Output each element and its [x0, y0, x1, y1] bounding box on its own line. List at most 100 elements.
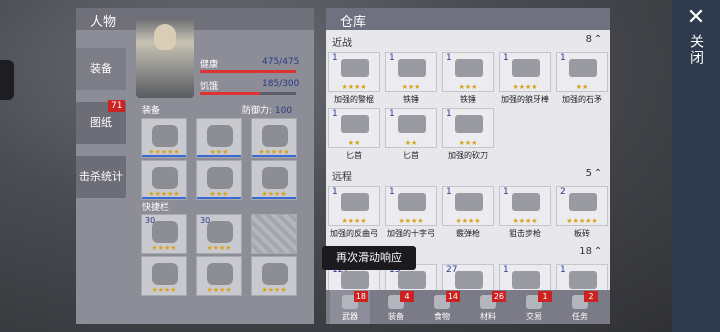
item-icon	[455, 271, 483, 289]
item-icon	[341, 59, 369, 77]
category-tab[interactable]: 交易 1	[514, 290, 554, 324]
category-label: 交易	[526, 312, 542, 321]
section-collapse-toggle[interactable]: 8 ⌃	[586, 34, 604, 45]
character-header: 人物	[76, 8, 314, 30]
category-badge: 18	[353, 291, 368, 302]
item-name: 加强的警棍	[334, 95, 374, 104]
warehouse-panel: 仓库 近战 8 ⌃ 1 ★★★★ 加强的警棍 1 ★★★ 铁锤 1 ★★★ 铁锤 1 ★★★★ 加强的狼牙棒…	[326, 8, 610, 324]
character-portrait	[136, 18, 194, 98]
category-tab[interactable]: 武器 18	[330, 290, 370, 324]
warehouse-item[interactable]: 1 ★★★	[442, 52, 494, 92]
item-name: 匕首	[346, 151, 362, 160]
item-stars: ★★★	[401, 83, 421, 91]
slot-level-bar	[142, 197, 186, 199]
warehouse-item[interactable]: 1 ★★	[385, 108, 437, 148]
warehouse-item[interactable]: 1 ★★★★	[442, 186, 494, 226]
character-title: 人物	[90, 15, 117, 30]
slot-stars: ★★★★	[151, 244, 177, 252]
category-tab[interactable]: 装备 4	[376, 290, 416, 324]
warehouse-item[interactable]: 1 ★★★★	[499, 52, 551, 92]
chest-armor-icon	[207, 125, 233, 147]
category-tab[interactable]: 材料 26	[468, 290, 508, 324]
equip-slot-gloves[interactable]: ★★★★★	[141, 160, 187, 200]
chevron-up-icon: ⌃	[593, 168, 603, 179]
category-badge: 2	[584, 291, 598, 302]
item-quantity: 1	[446, 187, 452, 197]
health-label: 健康	[200, 60, 219, 70]
warehouse-item[interactable]: 1 ★★★	[385, 52, 437, 92]
item-stars: ★★	[404, 139, 418, 147]
slot-stars: ★★★★	[151, 286, 177, 294]
tab-kill-stats[interactable]: 击杀统计	[76, 156, 126, 198]
item-quantity: 1	[503, 265, 509, 275]
warehouse-item[interactable]: 1 ★★	[556, 52, 608, 92]
item-name: 加强的反曲弓	[330, 229, 378, 238]
item-name: 铁锤	[460, 95, 476, 104]
equip-slot-helmet[interactable]: ★★★★★	[141, 118, 187, 158]
item-icon	[512, 59, 540, 77]
health-bar-fill	[200, 70, 296, 73]
machete-icon	[207, 263, 233, 285]
tab-equipment[interactable]: 装备	[76, 48, 126, 90]
category-label: 材料	[480, 312, 496, 321]
item-icon	[398, 271, 426, 289]
item-stars: ★★★★	[455, 217, 481, 225]
quick-slot-6[interactable]: ★★★★	[251, 256, 297, 296]
item-icon	[341, 115, 369, 133]
warehouse-item[interactable]: 2 ★★★★★	[556, 186, 608, 226]
warehouse-item[interactable]: 1 ★★★★	[328, 52, 380, 92]
category-label: 食物	[434, 312, 450, 321]
section-collapse-toggle[interactable]: 5 ⌃	[586, 168, 604, 179]
item-name: 加强的十字弓	[387, 229, 435, 238]
item-quantity: 1	[503, 53, 509, 63]
item-quantity: 1	[332, 109, 338, 119]
item-name: 加强的砍刀	[448, 151, 488, 160]
category-tab[interactable]: 任务 2	[560, 290, 600, 324]
toast-message: 再次滑动响应	[322, 246, 416, 270]
equip-slot-pants[interactable]: ★★★	[196, 160, 242, 200]
hunger-bar	[200, 92, 296, 95]
bolts-icon	[207, 221, 233, 243]
defense-label-text: 防御力:	[242, 106, 273, 116]
equip-slot-chest[interactable]: ★★★	[196, 118, 242, 158]
item-quantity: 1	[332, 53, 338, 63]
item-icon	[398, 59, 426, 77]
left-edge-handle[interactable]	[0, 60, 14, 100]
warehouse-item[interactable]: 1 ★★★	[442, 108, 494, 148]
item-icon	[569, 193, 597, 211]
blueprints-badge: 71	[108, 100, 126, 112]
equip-slot-boots[interactable]: ★★★★	[251, 160, 297, 200]
item-quantity: 1	[503, 187, 509, 197]
category-label: 装备	[388, 312, 404, 321]
chevron-up-icon: ⌃	[593, 34, 603, 45]
slot-stars: ★★★★	[261, 286, 287, 294]
category-bar: 武器 18 装备 4 食物 14 材料 26 交易 1 任务 2	[326, 290, 610, 324]
warehouse-item[interactable]: 1 ★★	[328, 108, 380, 148]
defense-label: 防御力: 100	[242, 103, 292, 116]
item-stars: ★★★★	[341, 83, 367, 91]
item-stars: ★★★	[458, 83, 478, 91]
warehouse-item[interactable]: 1 ★★★★	[385, 186, 437, 226]
defense-value: 100	[274, 106, 293, 116]
item-name: 加强的石矛	[562, 95, 602, 104]
quick-slot-5[interactable]: ★★★★	[196, 256, 242, 296]
item-name: 霰弹枪	[456, 229, 480, 238]
warehouse-item[interactable]: 1 ★★★★	[499, 186, 551, 226]
close-icon[interactable]: ✕	[684, 6, 708, 30]
quick-slot-4[interactable]: ★★★★	[141, 256, 187, 296]
quick-slot-2[interactable]: 30 ★★★★	[196, 214, 242, 254]
warehouse-item[interactable]: 1 ★★★★	[328, 186, 380, 226]
health-bar	[200, 70, 296, 73]
quick-slot-1[interactable]: 30 ★★★★	[141, 214, 187, 254]
item-icon	[569, 59, 597, 77]
item-stars: ★★★★★	[566, 217, 598, 225]
section-collapse-toggle[interactable]: 18 ⌃	[579, 246, 604, 257]
category-tab[interactable]: 食物 14	[422, 290, 462, 324]
item-name: 铁锤	[403, 95, 419, 104]
item-icon	[569, 271, 597, 289]
hunger-bar-fill	[200, 92, 260, 95]
equip-slot-shield[interactable]: ★★★★★	[251, 118, 297, 158]
close-label[interactable]: 关闭	[686, 34, 706, 66]
item-quantity: 1	[560, 53, 566, 63]
health-value: 475/475	[262, 57, 300, 67]
